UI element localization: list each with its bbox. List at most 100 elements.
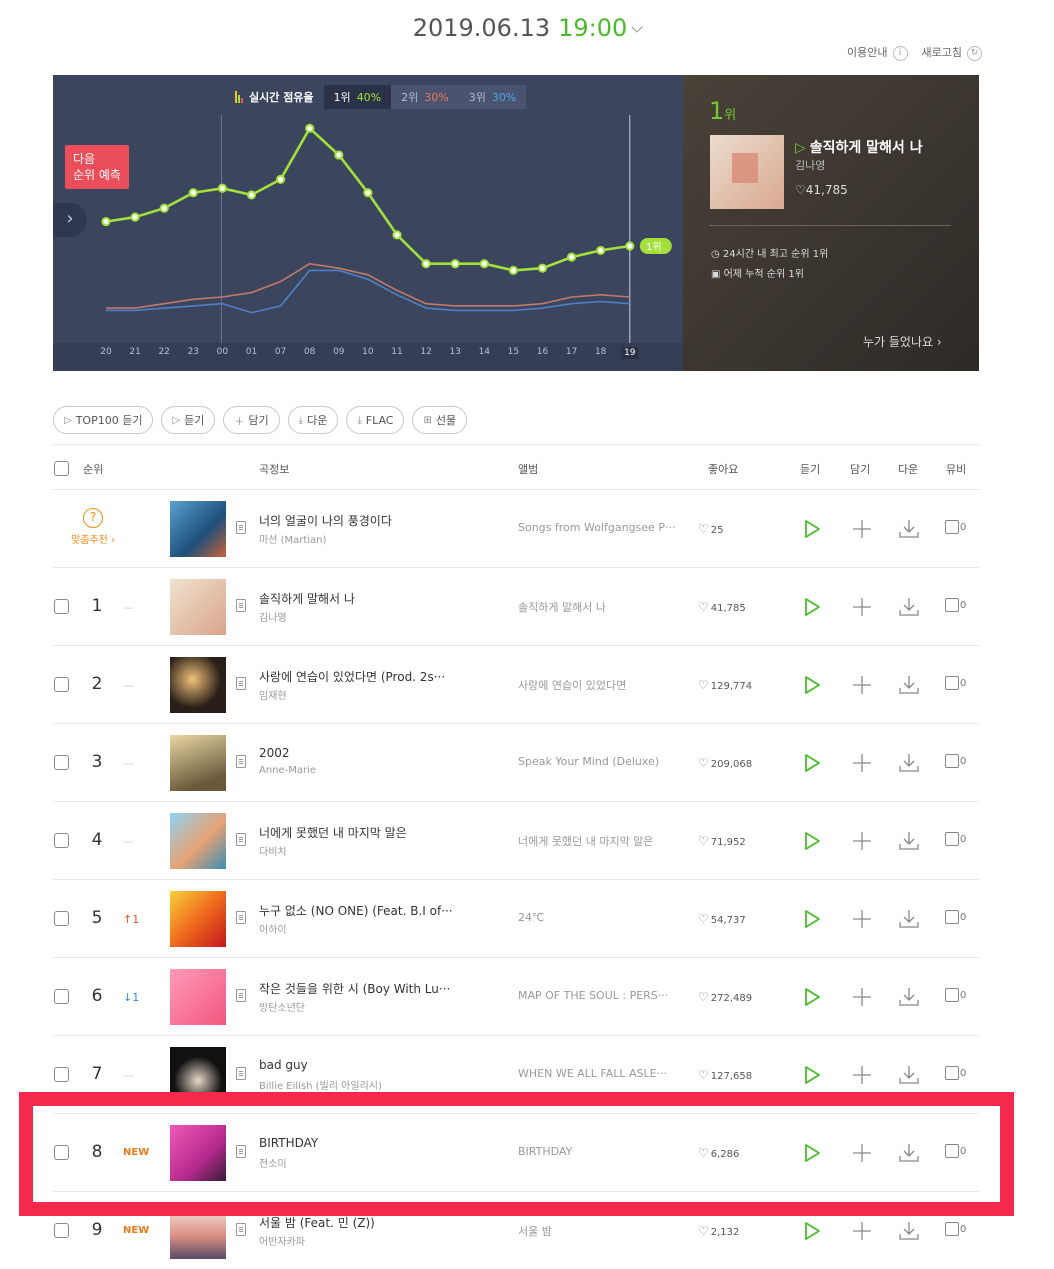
rank1-tab[interactable]: 1위 40% <box>323 85 392 109</box>
music-video-button[interactable]: 0 <box>945 1066 966 1080</box>
play-icon[interactable] <box>803 1143 821 1163</box>
music-video-button[interactable]: 0 <box>945 598 966 612</box>
song-artist[interactable]: 마션 (Martian) <box>259 531 326 546</box>
song-artist[interactable]: 임재현 <box>259 687 287 702</box>
table-row[interactable]: ? 맞춤추천 › 너의 얼굴이 나의 풍경이다 마션 (Martian) Songs f… <box>53 490 979 568</box>
play-icon[interactable] <box>803 987 821 1007</box>
add-icon[interactable] <box>852 1065 872 1085</box>
series-1-point[interactable] <box>596 245 606 256</box>
chevron-down-icon[interactable] <box>631 21 643 33</box>
row-checkbox[interactable] <box>54 1067 69 1082</box>
download-icon[interactable] <box>898 987 920 1007</box>
listen-button[interactable]: ▷ 듣기 <box>161 406 216 434</box>
album-name[interactable]: Songs from Wolfgangsee P··· <box>518 521 675 534</box>
add-icon[interactable] <box>852 1221 872 1241</box>
select-all-checkbox[interactable] <box>54 461 69 476</box>
album-name[interactable]: 사랑에 연습이 있었다면 <box>518 677 626 693</box>
series-1-point[interactable] <box>450 259 460 269</box>
album-name[interactable]: 24℃ <box>518 911 544 924</box>
song-artist[interactable]: Billie Eilish (빌리 아일리시) <box>259 1077 382 1092</box>
lyrics-icon[interactable] <box>236 677 246 690</box>
song-title[interactable]: bad guy <box>259 1058 308 1072</box>
table-row[interactable]: 4 — 너에게 못했던 내 마지막 말은 다비치 너에게 못했던 내 마지막 말은 ♡ 71… <box>53 802 979 880</box>
row-checkbox[interactable] <box>54 599 69 614</box>
series-1-point[interactable] <box>246 190 257 200</box>
chart-datetime[interactable]: 2019.06.13 19:00 <box>0 14 1054 42</box>
table-row[interactable]: 3 — 2002 Anne-Marie Speak Your Mind (Deluxe)… <box>53 724 979 802</box>
like-button[interactable]: ♡ 25 <box>698 522 724 536</box>
song-title[interactable]: 사랑에 연습이 있었다면 (Prod. 2s··· <box>259 668 445 685</box>
add-icon[interactable] <box>852 909 872 929</box>
song-title[interactable]: 솔직하게 말해서 나 <box>259 590 355 607</box>
next-arrow-button[interactable]: › <box>53 203 87 237</box>
play-icon[interactable] <box>803 831 821 851</box>
series-1-point[interactable] <box>101 216 111 227</box>
song-artist[interactable]: 다비치 <box>259 843 287 858</box>
download-icon[interactable] <box>898 1143 920 1163</box>
row-checkbox[interactable] <box>54 755 69 770</box>
music-video-button[interactable]: 0 <box>945 988 966 1002</box>
lyrics-icon[interactable] <box>236 911 246 924</box>
like-button[interactable]: ♡ 54,737 <box>698 912 746 926</box>
add-icon[interactable] <box>852 753 872 773</box>
download-icon[interactable] <box>898 909 920 929</box>
top-song-title[interactable]: ▷ 솔직하게 말해서 나 <box>795 137 923 157</box>
lyrics-icon[interactable] <box>236 1145 246 1158</box>
play-icon[interactable] <box>803 675 821 695</box>
album-name[interactable]: 솔직하게 말해서 나 <box>518 599 606 615</box>
download-icon[interactable] <box>898 1221 920 1241</box>
album-name[interactable]: WHEN WE ALL FALL ASLE··· <box>518 1067 667 1080</box>
series-1-point[interactable] <box>217 183 227 193</box>
series-1-point[interactable] <box>479 259 489 269</box>
like-button[interactable]: ♡ 209,068 <box>698 756 752 770</box>
song-title[interactable]: 너의 얼굴이 나의 풍경이다 <box>259 512 392 529</box>
song-title[interactable]: 서울 밤 (Feat. 민 (Z)) <box>259 1214 375 1231</box>
next-rank-predict-tag[interactable]: 다음 순위 예측 <box>65 145 129 189</box>
series-1-point[interactable] <box>159 203 169 213</box>
add-icon[interactable] <box>852 987 872 1007</box>
series-1-point[interactable] <box>363 188 373 198</box>
like-button[interactable]: ♡ 272,489 <box>698 990 752 1004</box>
music-video-button[interactable]: 0 <box>945 1222 966 1236</box>
play-icon[interactable] <box>803 597 821 617</box>
top-song-cover[interactable] <box>710 135 784 209</box>
top100-listen-button[interactable]: ▷ TOP100 듣기 <box>53 406 154 434</box>
download-icon[interactable] <box>898 831 920 851</box>
album-cover[interactable] <box>170 579 226 635</box>
album-cover[interactable] <box>170 969 226 1025</box>
series-1-point[interactable] <box>421 259 431 269</box>
song-artist[interactable]: 어반자카파 <box>259 1233 305 1248</box>
row-checkbox[interactable] <box>54 1145 69 1160</box>
gift-button[interactable]: ⊞ 선물 <box>412 406 468 434</box>
series-1-point[interactable] <box>305 123 315 133</box>
album-name[interactable]: MAP OF THE SOUL : PERS··· <box>518 989 668 1002</box>
song-title[interactable]: 너에게 못했던 내 마지막 말은 <box>259 824 407 841</box>
music-video-button[interactable]: 0 <box>945 754 966 768</box>
table-row[interactable]: 1 — 솔직하게 말해서 나 김나영 솔직하게 말해서 나 ♡ 41,785 0 <box>53 568 979 646</box>
series-1-point[interactable] <box>334 150 344 160</box>
play-icon[interactable] <box>803 1221 821 1241</box>
download-icon[interactable] <box>898 519 920 539</box>
table-row[interactable]: 2 — 사랑에 연습이 있었다면 (Prod. 2s··· 임재현 사랑에 연습이 있었… <box>53 646 979 724</box>
lyrics-icon[interactable] <box>236 989 246 1002</box>
lyrics-icon[interactable] <box>236 1223 246 1236</box>
music-video-button[interactable]: 0 <box>945 676 966 690</box>
series-1-point[interactable] <box>188 188 198 198</box>
row-checkbox[interactable] <box>54 911 69 926</box>
download-icon[interactable] <box>898 675 920 695</box>
play-icon[interactable] <box>803 519 821 539</box>
lyrics-icon[interactable] <box>236 599 246 612</box>
series-1-point[interactable] <box>508 265 518 275</box>
add-icon[interactable] <box>852 675 872 695</box>
album-cover[interactable] <box>170 1125 226 1181</box>
series-1-point[interactable] <box>276 174 286 184</box>
album-cover[interactable] <box>170 657 226 713</box>
album-cover[interactable] <box>170 735 226 791</box>
album-cover[interactable] <box>170 813 226 869</box>
lyrics-icon[interactable] <box>236 1067 246 1080</box>
album-cover[interactable] <box>170 891 226 947</box>
who-listened-link[interactable]: 누가 들었나요 › <box>863 333 942 350</box>
album-name[interactable]: 서울 밤 <box>518 1223 552 1239</box>
rank3-tab[interactable]: 3위 30% <box>458 85 527 109</box>
play-icon[interactable] <box>803 909 821 929</box>
